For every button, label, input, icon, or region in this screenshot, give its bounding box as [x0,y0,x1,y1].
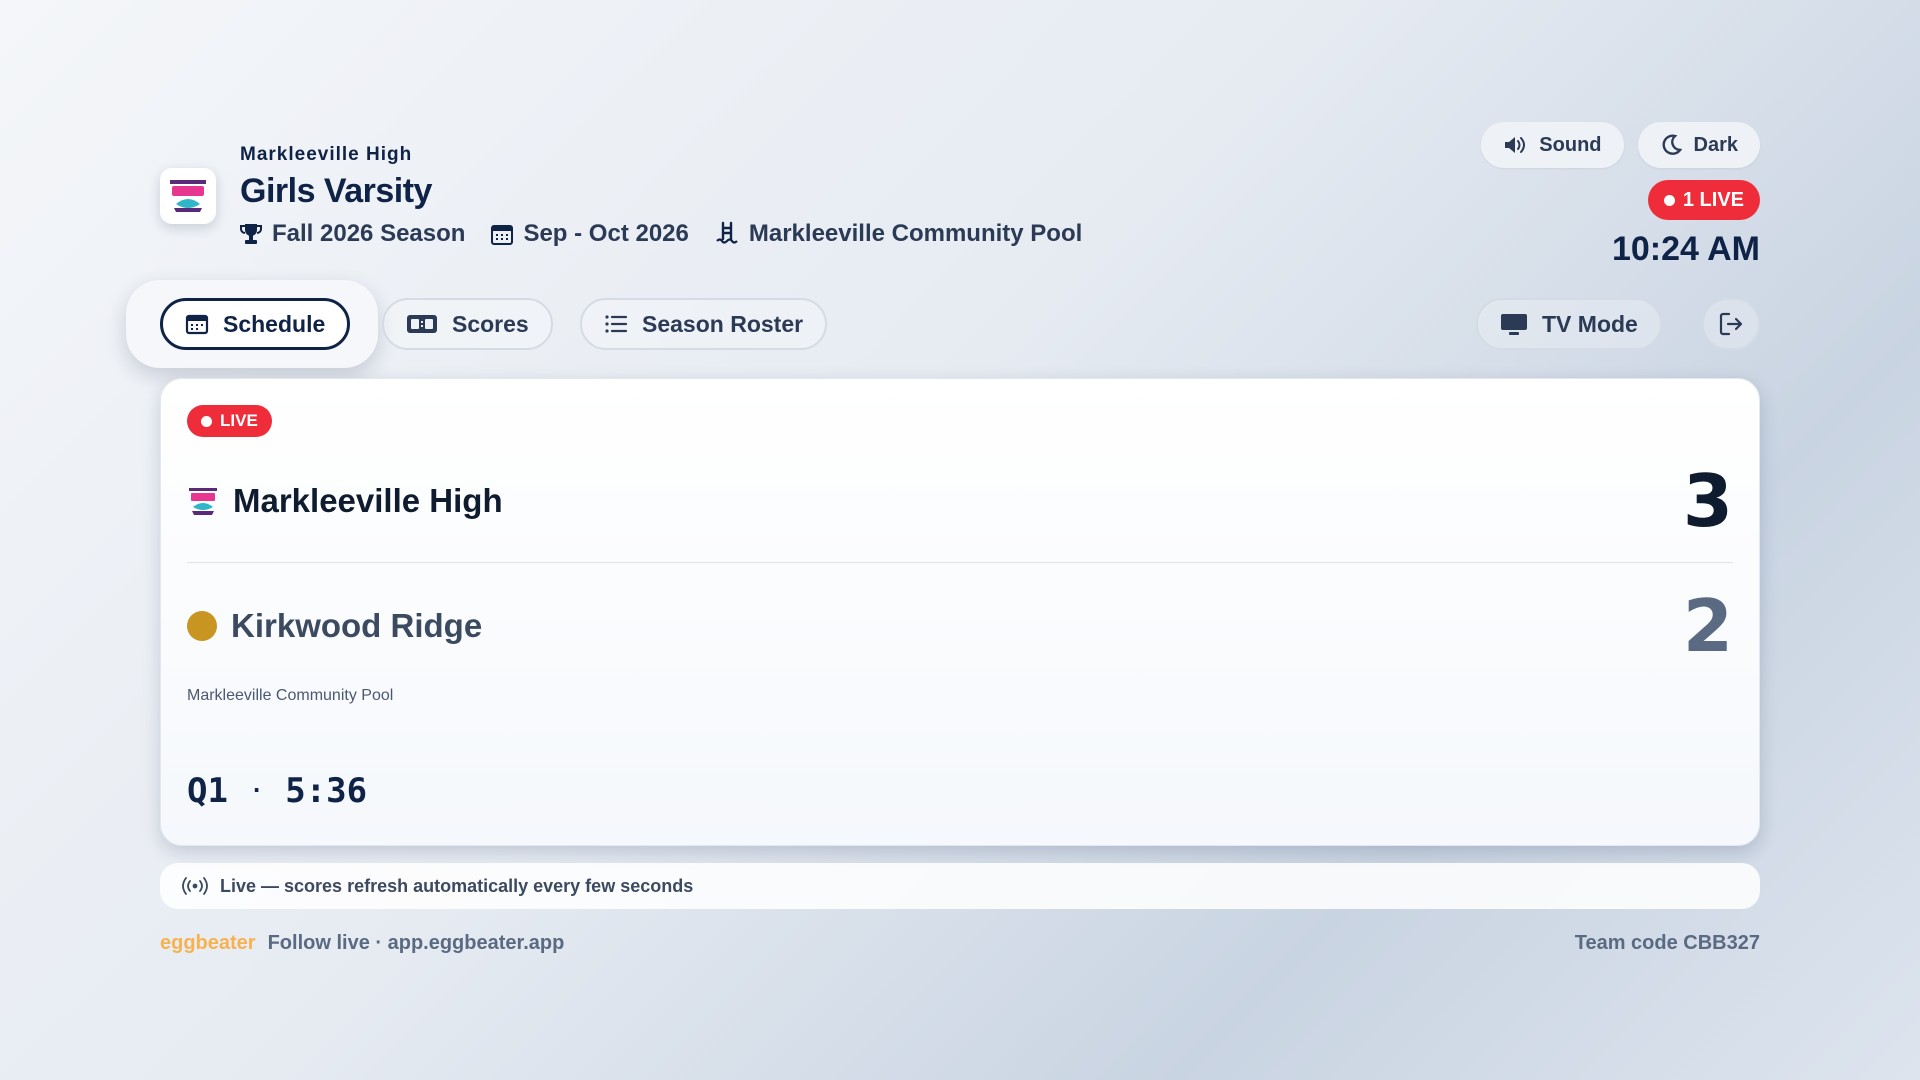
app-root: Markleeville High Girls Varsity Fall 202… [126,120,1760,954]
season-label: Fall 2026 Season [272,220,466,247]
team-code: Team code CBB327 [1574,932,1760,954]
team-divider [187,562,1733,563]
moon-icon [1662,134,1682,155]
season-info: Fall 2026 Season [240,220,465,248]
away-team-name: Kirkwood Ridge [231,607,483,644]
away-score: 2 [1682,584,1733,668]
calendar-icon [491,225,514,245]
footer: eggbeater Follow live · app.eggbeater.ap… [160,932,1760,955]
sign-out-button[interactable] [1702,298,1760,350]
game-live-badge: LIVE [187,405,272,437]
team-logo [160,168,216,224]
tv-mode-button[interactable]: TV Mode [1476,298,1662,350]
tab-label: Season Roster [642,310,804,337]
pool-ladder-icon [716,221,738,244]
speaker-icon [1505,137,1526,153]
tab-scores[interactable]: Scores [382,298,553,350]
sound-label: Sound [1539,133,1602,156]
dark-mode-button[interactable]: Dark [1637,122,1760,168]
venue-info: Markleeville Community Pool [715,220,1082,248]
header: Markleeville High Girls Varsity Fall 202… [160,120,1760,270]
venue-label: Markleeville Community Pool [748,220,1083,247]
live-label: LIVE [220,411,258,430]
live-dot-icon [201,415,212,427]
follow-live-link[interactable]: Follow live · app.eggbeater.app [268,932,565,955]
dark-label: Dark [1693,133,1738,156]
period-label: Q1 [187,771,228,811]
game-card[interactable]: LIVE Markleeville High 3 Kirkwood Ridge … [160,378,1760,846]
tab-label: Scores [452,310,529,337]
sign-out-icon [1719,312,1743,336]
list-icon [605,315,628,333]
dates-label: Sep - Oct 2026 [523,220,689,247]
broadcast-icon [182,877,208,895]
dates-info: Sep - Oct 2026 [491,220,689,248]
home-team-row: Markleeville High 3 [187,459,1733,543]
brand-logo[interactable]: eggbeater [160,932,256,955]
game-time: 5:36 [285,771,368,811]
home-score: 3 [1682,459,1733,543]
toggle-row: Sound Dark [1481,122,1760,168]
page-title: Girls Varsity [240,172,432,210]
game-venue: Markleeville Community Pool [187,687,394,704]
period-separator: · [249,778,264,804]
away-team-color-icon [187,611,217,641]
tv-icon [1501,314,1527,335]
calendar-icon [185,314,209,335]
scoreboard-icon [407,315,437,333]
trophy-icon [240,224,262,244]
sound-button[interactable]: Sound [1481,122,1624,168]
tab-label: Schedule [223,310,326,337]
home-team-name: Markleeville High [233,482,503,519]
live-count-label: 1 LIVE [1682,188,1744,211]
trout-logo-icon [170,180,206,212]
away-team-row: Kirkwood Ridge 2 [187,584,1733,668]
home-team-logo-icon [189,488,217,515]
live-count-badge: 1 LIVE [1647,180,1760,220]
tv-mode-label: TV Mode [1542,310,1638,337]
school-name: Markleeville High [240,144,413,165]
game-clock: Q1 · 5:36 [187,771,367,811]
status-text: Live — scores refresh automatically ever… [220,875,694,896]
top-right-controls: Sound Dark 1 LIVE 10:24 AM [1481,122,1760,269]
clock: 10:24 AM [1611,230,1760,268]
live-status-bar: Live — scores refresh automatically ever… [160,863,1760,909]
team-meta: Fall 2026 Season Sep - Oct 2026 Markleev… [240,220,1082,248]
tab-schedule[interactable]: Schedule [160,298,351,350]
tab-season-roster[interactable]: Season Roster [580,298,828,350]
live-dot-icon [1663,194,1675,206]
